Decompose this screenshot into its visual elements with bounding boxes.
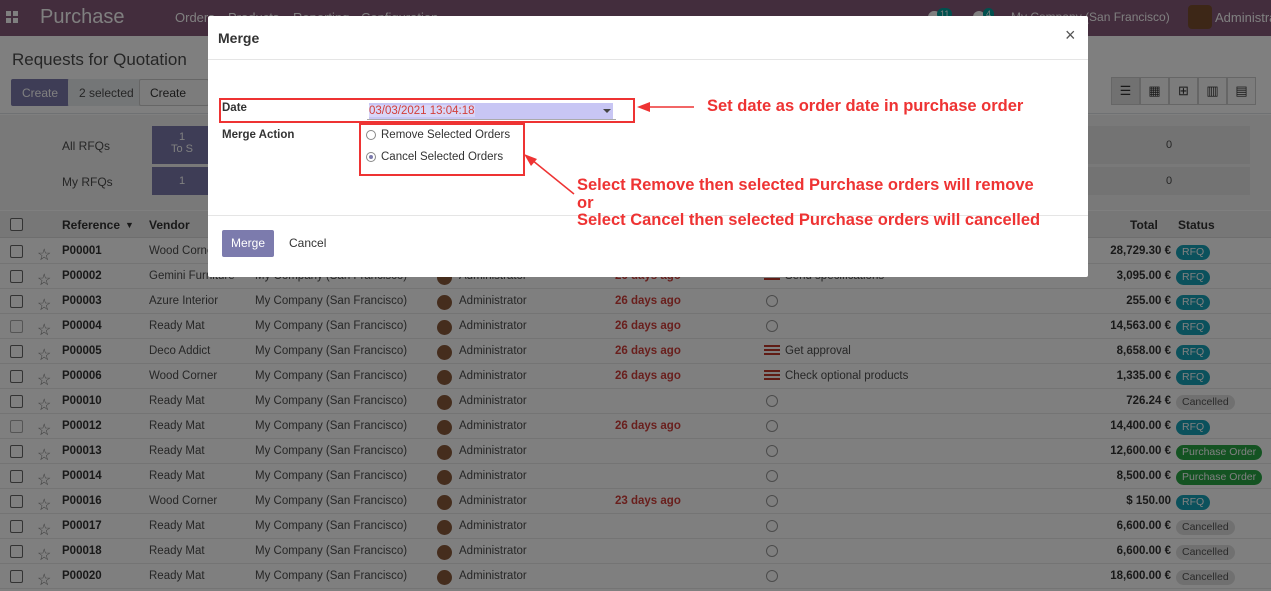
date-annotation: Set date as order date in purchase order (707, 97, 1024, 115)
app: Purchase Orders Products Reporting Confi… (0, 0, 1271, 591)
annotation-arrows (524, 102, 694, 195)
merge-annotation-line-1: Select Remove then selected Purchase ord… (577, 176, 1034, 194)
merge-annotation-line-2: or (577, 194, 594, 212)
merge-annotation-line-3: Select Cancel then selected Purchase ord… (577, 211, 1041, 229)
